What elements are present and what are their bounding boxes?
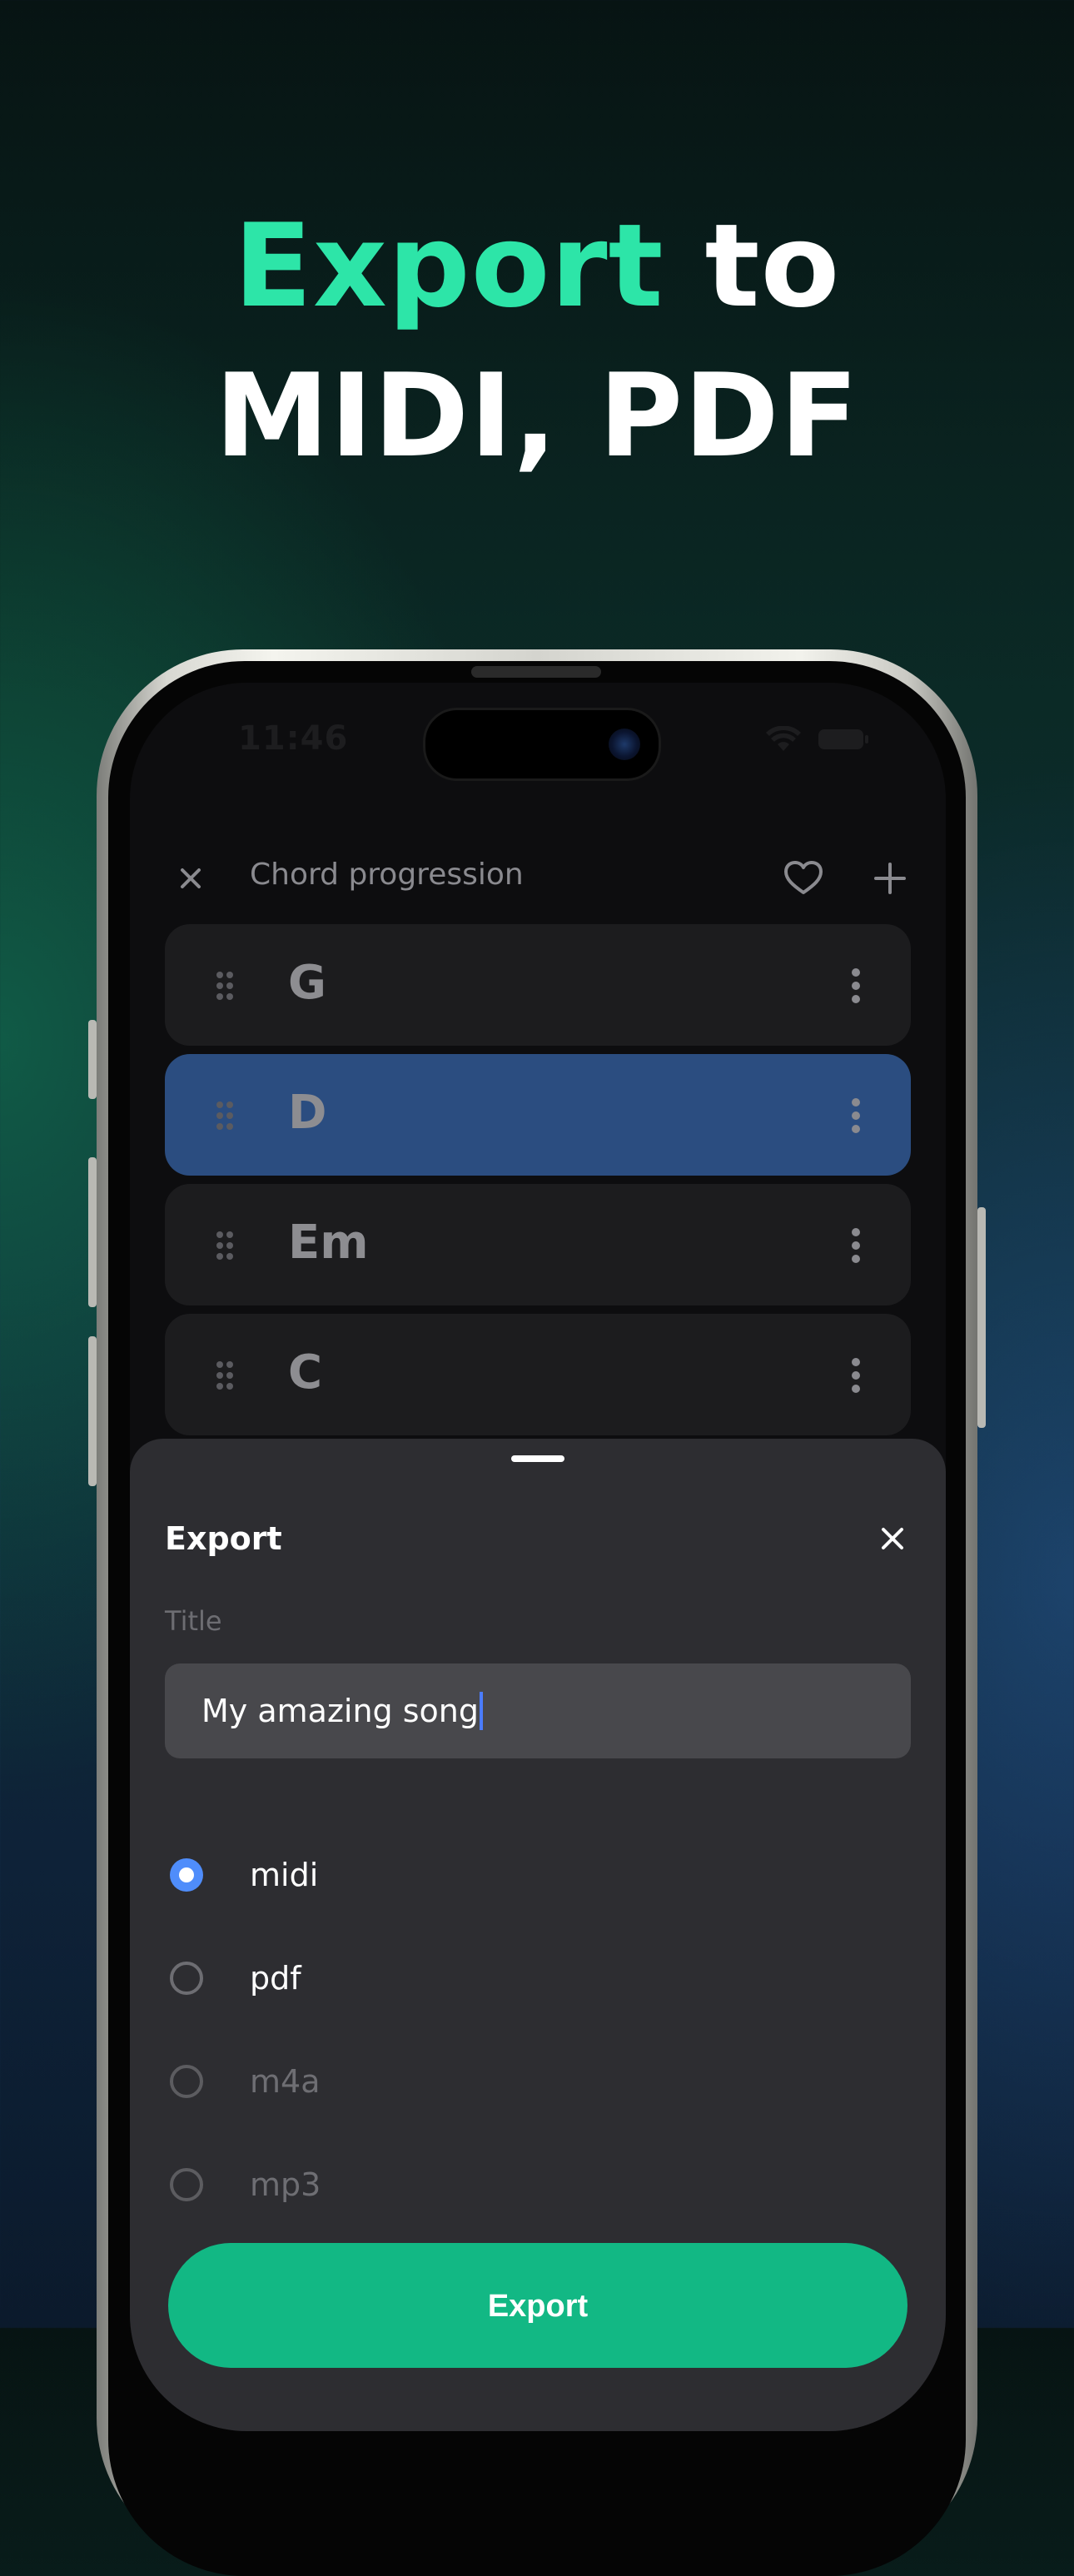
format-label: mp3 [250,2166,321,2203]
status-icons [766,726,869,753]
power-button [977,1207,986,1428]
export-button[interactable]: Export [168,2243,907,2368]
wifi-icon [766,726,801,751]
battery-icon [818,729,868,749]
headline-line-2: MIDI, PDF [215,349,859,483]
chord-name: G [288,956,326,1010]
chord-name: C [288,1345,323,1400]
more-vertical-icon[interactable] [851,967,861,1004]
drag-handle-icon[interactable] [215,971,235,1001]
format-option-m4a: m4a [170,2056,320,2106]
format-option-pdf[interactable]: pdf [170,1953,301,2003]
heart-icon[interactable] [781,856,826,901]
action-button [88,1020,97,1099]
format-label: pdf [250,1960,301,1997]
phone-screen: 11:46 Chord progression G D Em C Export … [130,683,946,2431]
title-field-label: Title [165,1605,222,1637]
more-vertical-icon[interactable] [851,1097,861,1134]
dynamic-island [423,708,661,781]
radio-unchecked-icon[interactable] [170,1962,203,1995]
title-input[interactable]: My amazing song [165,1663,911,1758]
chord-row-g[interactable]: G [165,924,911,1046]
app-header: Chord progression [130,841,946,916]
volume-up-button [88,1157,97,1307]
chord-row-c[interactable]: C [165,1314,911,1435]
format-option-mp3: mp3 [170,2160,321,2210]
status-time: 11:46 [238,719,349,758]
chord-name: D [288,1086,327,1140]
more-vertical-icon[interactable] [851,1227,861,1264]
camera-icon [609,729,640,760]
more-vertical-icon[interactable] [851,1357,861,1394]
drag-handle-icon[interactable] [215,1231,235,1261]
radio-disabled-icon [170,2168,203,2201]
format-label: midi [250,1857,319,1893]
drag-handle-icon[interactable] [215,1360,235,1390]
progression-title: Chord progression [250,858,524,892]
promo-headline: Export to MIDI, PDF [0,191,1074,491]
radio-disabled-icon [170,2065,203,2098]
headline-line-1-rest: to [664,199,841,333]
radio-checked-icon[interactable] [170,1858,203,1892]
close-icon[interactable] [172,859,210,898]
drag-handle-icon[interactable] [215,1101,235,1131]
sheet-grabber[interactable] [511,1455,564,1462]
headline-line-1: Export to [0,191,1074,341]
chord-row-d[interactable]: D [165,1054,911,1176]
volume-down-button [88,1336,97,1486]
headline-accent: Export [233,199,664,333]
text-caret [479,1692,483,1730]
title-input-value: My amazing song [201,1693,479,1729]
chord-row-em[interactable]: Em [165,1184,911,1305]
plus-icon[interactable] [869,858,911,899]
sheet-title: Export [165,1520,282,1557]
format-label: m4a [250,2063,321,2100]
chord-name: Em [288,1216,369,1270]
format-option-midi[interactable]: midi [170,1850,318,1900]
speaker-grille [471,666,601,678]
close-icon[interactable] [876,1522,909,1555]
